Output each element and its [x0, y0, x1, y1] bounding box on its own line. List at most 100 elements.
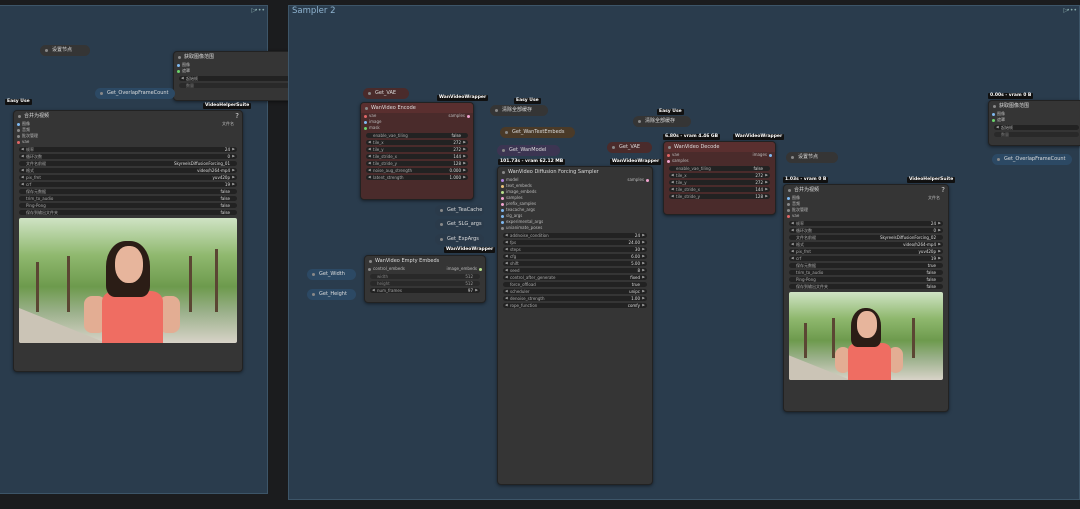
- widget-seed[interactable]: ◀ seed 8 ▶: [503, 267, 647, 274]
- wanvideo-decode-node[interactable]: WanVideo Decode vae images samples enable…: [663, 141, 776, 215]
- video-preview[interactable]: [19, 218, 237, 343]
- get-width-node[interactable]: Get_Width: [307, 269, 356, 280]
- input-pin-icon[interactable]: [364, 126, 367, 130]
- widget-crf[interactable]: ◀ crf 19 ▶: [789, 255, 943, 262]
- arrow-left-icon[interactable]: ◀: [505, 289, 508, 295]
- group-menu-icon[interactable]: •••: [254, 7, 265, 14]
- arrow-left-icon[interactable]: ◀: [671, 187, 674, 193]
- widget-tile-x[interactable]: ◀ tile_x 272 ▶: [669, 172, 770, 179]
- arrow-right-icon[interactable]: ▶: [232, 182, 235, 188]
- widget-enable-vae-tiling[interactable]: enable_vae_tiling false: [366, 132, 468, 138]
- input-pin-icon[interactable]: [501, 202, 504, 206]
- arrow-right-icon[interactable]: ▶: [232, 175, 235, 181]
- arrow-right-icon[interactable]: ▶: [463, 175, 466, 181]
- widget-tile-stride-x[interactable]: ◀ tile_stride_x 144 ▶: [366, 153, 468, 160]
- get-wanmodel-node[interactable]: Get_WanModel: [497, 145, 560, 156]
- input-pin-icon[interactable]: [501, 226, 504, 230]
- widget-frame-rate[interactable]: ◀ 帧率 24 ▶: [19, 146, 237, 153]
- widget-filename-prefix[interactable]: 文件名前缀 SkyreelsDiffusionForcing_01: [19, 160, 237, 166]
- widget-denoise-strength[interactable]: ◀ denoise_strength 1.00 ▶: [503, 295, 647, 302]
- arrow-right-icon[interactable]: ▶: [642, 268, 645, 274]
- arrow-right-icon[interactable]: ▶: [938, 228, 941, 234]
- widget-addnoise-condition[interactable]: ◀ addnoise_condition 24 ▶: [503, 232, 647, 238]
- arrow-right-icon[interactable]: ▶: [642, 247, 645, 253]
- arrow-left-icon[interactable]: ◀: [368, 154, 371, 160]
- arrow-right-icon[interactable]: ▶: [463, 168, 466, 174]
- input-pin-icon[interactable]: [787, 214, 790, 218]
- arrow-right-icon[interactable]: ▶: [765, 180, 768, 186]
- input-pin-icon[interactable]: [177, 63, 180, 67]
- help-icon[interactable]: ?: [941, 185, 945, 195]
- widget-height[interactable]: height 512: [370, 280, 480, 286]
- input-pin-icon[interactable]: [501, 220, 504, 224]
- arrow-left-icon[interactable]: ◀: [791, 256, 794, 262]
- widget-loop-count[interactable]: ◀ 循环次数 0 ▶: [19, 153, 237, 160]
- arrow-left-icon[interactable]: ◀: [505, 296, 508, 302]
- input-pin-icon[interactable]: [501, 208, 504, 212]
- widget-steps[interactable]: ◀ steps 30 ▶: [503, 246, 647, 253]
- widget-tile-y[interactable]: ◀ tile_y 272 ▶: [366, 146, 468, 153]
- arrow-left-icon[interactable]: ◀: [181, 76, 184, 82]
- widget-control-after-generate[interactable]: ◀ control_after_generate fixed ▶: [503, 274, 647, 281]
- arrow-right-icon[interactable]: ▶: [642, 261, 645, 267]
- widget-latent-strength[interactable]: ◀ latent_strength 1.000 ▶: [366, 174, 468, 181]
- widget-rope-function[interactable]: ◀ rope_function comfy ▶: [503, 302, 647, 309]
- arrow-right-icon[interactable]: ▶: [232, 154, 235, 160]
- arrow-right-icon[interactable]: ▶: [463, 161, 466, 167]
- set-node[interactable]: 设置节点: [40, 45, 90, 56]
- widget-format[interactable]: ◀ 格式 video/h264-mp4 ▶: [19, 167, 237, 174]
- widget-crf[interactable]: ◀ crf 19 ▶: [19, 181, 237, 188]
- arrow-right-icon[interactable]: ▶: [642, 303, 645, 309]
- arrow-right-icon[interactable]: ▶: [232, 168, 235, 174]
- arrow-left-icon[interactable]: ◀: [368, 168, 371, 174]
- arrow-right-icon[interactable]: ▶: [938, 221, 941, 227]
- diffusion-forcing-sampler-node[interactable]: WanVideo Diffusion Forcing Sampler model…: [497, 166, 653, 485]
- arrow-left-icon[interactable]: ◀: [505, 268, 508, 274]
- wanvideo-empty-embeds-node[interactable]: WanVideo Empty Embeds control_embeds imag…: [364, 255, 486, 303]
- video-combine-node-2[interactable]: 合并为视频? 图像 文件名 音频 批次管理 vae ◀ 帧率 24 ▶ ◀ 循环次数 0 ▶ …: [783, 184, 949, 412]
- widget-width[interactable]: width 512: [370, 273, 480, 279]
- arrow-right-icon[interactable]: ▶: [938, 249, 941, 255]
- arrow-left-icon[interactable]: ◀: [505, 254, 508, 260]
- arrow-left-icon[interactable]: ◀: [21, 168, 24, 174]
- widget-force-offload[interactable]: force_offload true: [503, 281, 647, 287]
- set-node-2[interactable]: 设置节点: [786, 152, 838, 163]
- input-pin-icon[interactable]: [368, 267, 371, 271]
- arrow-right-icon[interactable]: ▶: [463, 154, 466, 160]
- arrow-right-icon[interactable]: ▶: [938, 256, 941, 262]
- arrow-left-icon[interactable]: ◀: [505, 240, 508, 246]
- arrow-left-icon[interactable]: ◀: [368, 140, 371, 146]
- arrow-left-icon[interactable]: ◀: [368, 147, 371, 153]
- input-pin-icon[interactable]: [501, 178, 504, 182]
- widget-trim-to-audio[interactable]: trim_to_audio false: [19, 195, 237, 201]
- output-pin-icon[interactable]: [646, 178, 649, 182]
- get-expargs-node[interactable]: Get_ExpArgs: [435, 234, 484, 245]
- arrow-left-icon[interactable]: ◀: [505, 275, 508, 281]
- output-pin-icon[interactable]: [769, 153, 772, 157]
- get-slg-args-node[interactable]: Get_SLG_args: [435, 219, 484, 230]
- widget-scheduler[interactable]: ◀ scheduler unipc ▶: [503, 288, 647, 295]
- group-sampler-2[interactable]: Sampler 2 ▷ •••: [288, 5, 1080, 500]
- start-frame-widget[interactable]: ◀ 起始帧: [994, 124, 1079, 130]
- widget-format[interactable]: ◀ 格式 video/h264-mp4 ▶: [789, 241, 943, 247]
- arrow-left-icon[interactable]: ◀: [21, 147, 24, 153]
- get-image-range-node-2[interactable]: 获取图像范围 图像 遮罩 ◀ 起始帧 数量: [988, 100, 1080, 146]
- input-pin-icon[interactable]: [17, 128, 20, 132]
- widget-tile-stride-x[interactable]: ◀ tile_stride_x 144 ▶: [669, 186, 770, 193]
- widget-ping-pong[interactable]: Ping-Pong false: [19, 202, 237, 208]
- get-height-node[interactable]: Get_Height: [307, 289, 356, 300]
- widget-filename-prefix[interactable]: 文件名前缀 SkyreelsDiffusionForcing_02: [789, 234, 943, 240]
- input-pin-icon[interactable]: [501, 184, 504, 188]
- widget-save-output[interactable]: 保存到输出文件夹 false: [789, 283, 943, 289]
- count-widget[interactable]: 数量: [994, 131, 1079, 137]
- arrow-left-icon[interactable]: ◀: [791, 221, 794, 227]
- widget-tile-stride-y[interactable]: ◀ tile_stride_y 128 ▶: [366, 160, 468, 167]
- clear-cache-node-1[interactable]: 清除全部缓存: [490, 105, 548, 116]
- get-vae-node-1[interactable]: Get_VAE: [363, 88, 409, 99]
- arrow-right-icon[interactable]: ▶: [642, 240, 645, 246]
- wanvideo-encode-node[interactable]: WanVideo Encode vae samples image mask en…: [360, 102, 474, 200]
- widget-pix-fmt[interactable]: ◀ pix_fmt yuv420p ▶: [19, 174, 237, 181]
- arrow-right-icon[interactable]: ▶: [765, 173, 768, 179]
- input-pin-icon[interactable]: [787, 208, 790, 212]
- video-combine-node-1[interactable]: 合并为视频? 图像 文件名 音频 批次管理 vae ◀ 帧率 24 ▶ ◀ 循环次数 0 ▶ …: [13, 110, 243, 372]
